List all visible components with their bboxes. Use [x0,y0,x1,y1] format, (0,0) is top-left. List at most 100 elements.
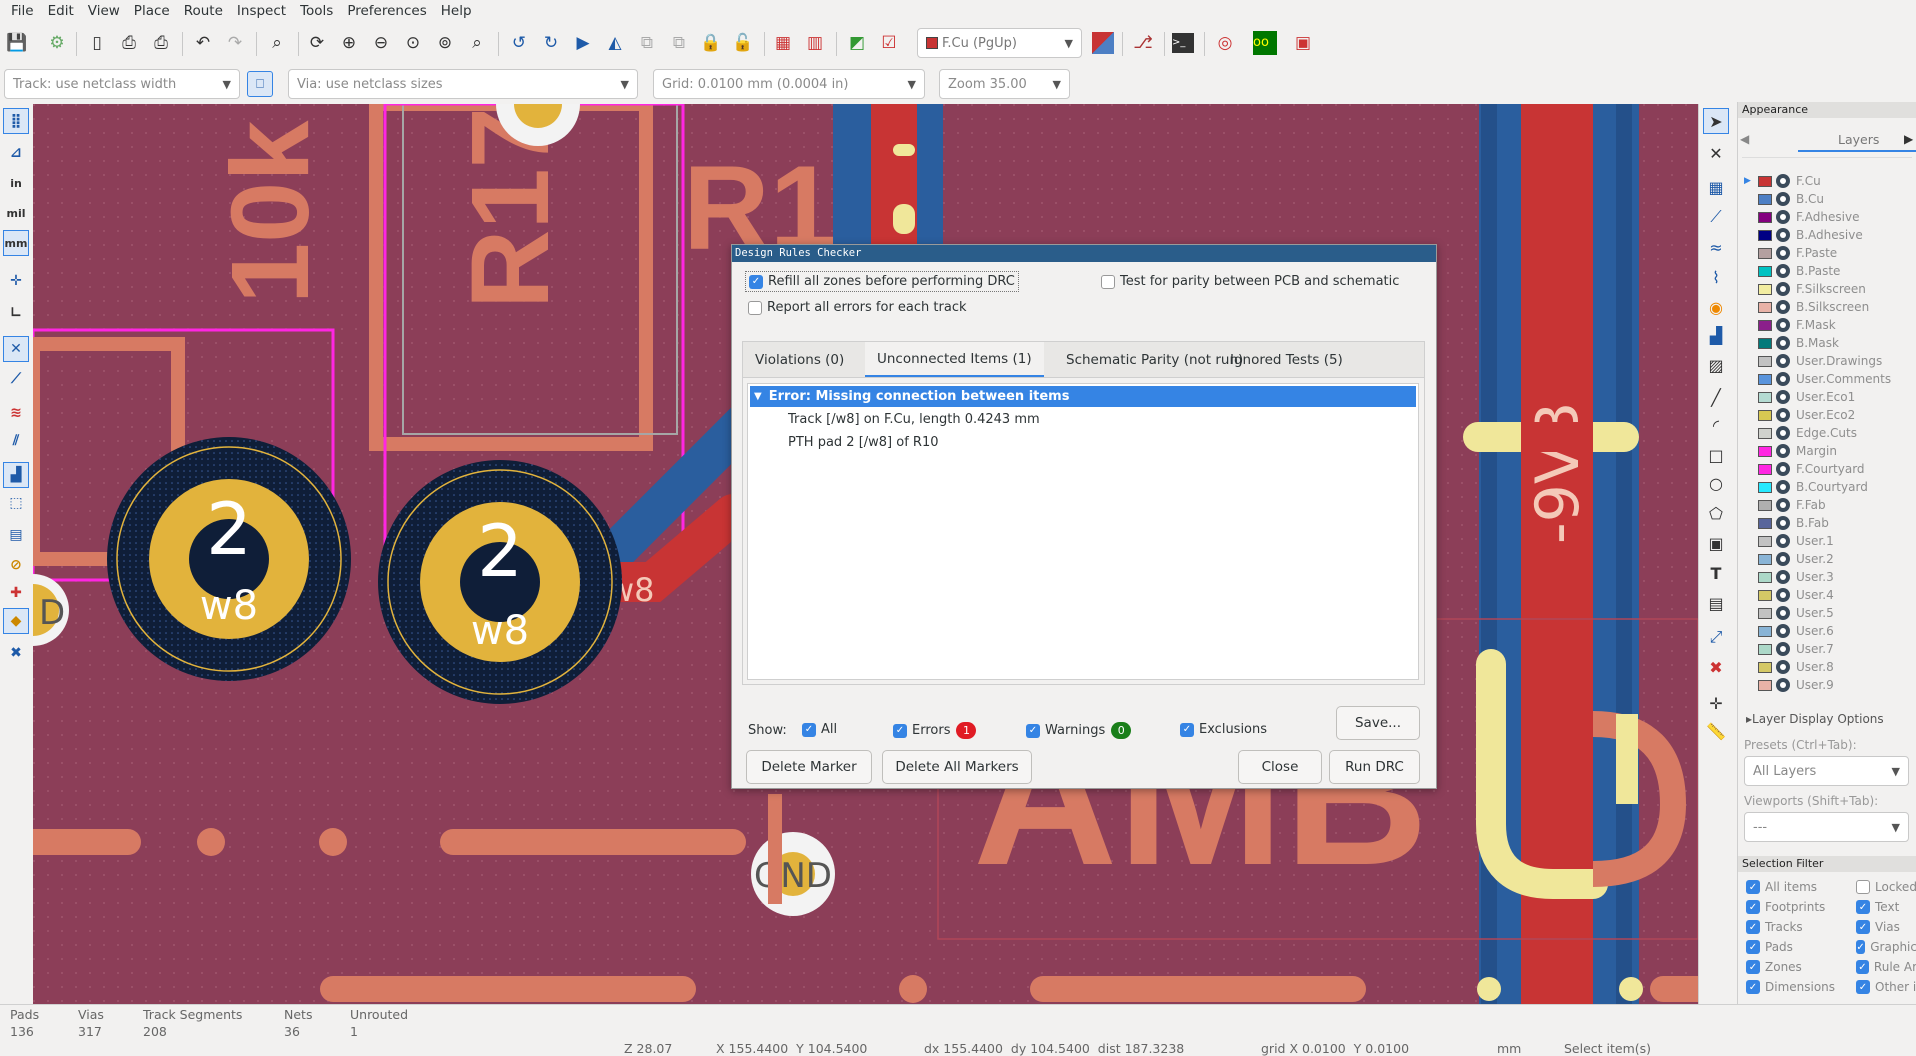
layer-color-swatch[interactable] [1758,607,1772,619]
zone-outline-icon[interactable]: ⬚ [3,490,29,516]
board-setup-icon[interactable]: ⚙ [44,30,70,56]
show-all-checkbox[interactable]: ✓ All [802,722,837,737]
layer-row[interactable]: B.Cu [1738,190,1916,208]
plot-icon[interactable]: ⎙ [148,30,174,56]
layer-color-swatch[interactable] [1758,319,1772,331]
layer-row[interactable]: F.Mask [1738,316,1916,334]
layer-row[interactable]: Margin [1738,442,1916,460]
pad-outline-icon[interactable]: ▤ [3,522,29,548]
visibility-eye-icon[interactable] [1776,264,1790,278]
filter-checkbox[interactable]: ✓ Other i [1856,980,1916,994]
filter-checkbox[interactable]: ✓ All items [1746,880,1817,894]
filter-checkbox[interactable]: ✓ Zones [1746,960,1802,974]
flip-icon[interactable]: ▶ [570,30,596,56]
visibility-eye-icon[interactable] [1776,588,1790,602]
layer-row[interactable]: User.8 [1738,658,1916,676]
visibility-eye-icon[interactable] [1776,228,1790,242]
layer-color-swatch[interactable] [1758,589,1772,601]
print-icon[interactable]: ⎙ [116,30,142,56]
filter-checkbox[interactable]: Locked [1856,880,1916,894]
add-image-icon[interactable]: ▣ [1703,530,1729,556]
footprint-library-icon[interactable]: ▥ [802,30,828,56]
visibility-eye-icon[interactable] [1776,282,1790,296]
via-outline-icon[interactable]: ⊘ [3,552,29,578]
lock-icon[interactable]: 🔒 [698,30,724,56]
layer-row[interactable]: User.3 [1738,568,1916,586]
update-pcb-icon[interactable]: ◩ [844,30,870,56]
properties-icon[interactable]: ✖ [3,640,29,666]
close-button[interactable]: Close [1238,750,1322,784]
menu-place[interactable]: Place [134,3,170,19]
delete-tool-icon[interactable]: ✖ [1703,654,1729,680]
zoom-out-icon[interactable]: ⊖ [368,30,394,56]
layer-row[interactable]: User.2 [1738,550,1916,568]
layer-color-swatch[interactable] [1758,499,1772,511]
visibility-eye-icon[interactable] [1776,480,1790,494]
layer-color-swatch[interactable] [1758,679,1772,691]
layer-row[interactable]: B.Mask [1738,334,1916,352]
layer-color-swatch[interactable] [1758,193,1772,205]
layer-row[interactable]: F.Paste [1738,244,1916,262]
local-ratsnest-icon[interactable]: ✕ [1703,140,1729,166]
visibility-eye-icon[interactable] [1776,174,1790,188]
layer-color-swatch[interactable] [1758,355,1772,367]
filter-checkbox[interactable]: ✓ Rule Ar [1856,960,1916,974]
save-icon[interactable]: 💾 [4,30,30,56]
draw-line-icon[interactable]: ╱ [1703,384,1729,410]
rotate-ccw-icon[interactable]: ↺ [506,30,532,56]
drc-toolbar-icon[interactable]: ☑ [876,30,902,56]
layer-row[interactable]: User.Eco2 [1738,406,1916,424]
track-width-select[interactable]: Track: use netclass width ▼ [4,69,240,99]
visibility-eye-icon[interactable] [1776,516,1790,530]
ungroup-icon[interactable]: ⧉ [666,30,692,56]
visibility-eye-icon[interactable] [1776,318,1790,332]
grid-toggle-icon[interactable]: ⣿ [3,108,29,134]
layer-color-swatch[interactable] [1758,427,1772,439]
menu-edit[interactable]: Edit [48,3,74,19]
layer-color-swatch[interactable] [1758,283,1772,295]
tab-scroll-left-icon[interactable]: ◀ [1740,132,1749,146]
visibility-eye-icon[interactable] [1776,552,1790,566]
drc-marker-icon[interactable]: ◎ [1212,30,1238,56]
layer-display-options-toggle[interactable]: ▸Layer Display Options [1746,712,1884,726]
menu-preferences[interactable]: Preferences [347,3,426,19]
visibility-eye-icon[interactable] [1776,624,1790,638]
layer-color-swatch[interactable] [1758,409,1772,421]
group-icon[interactable]: ⧉ [634,30,660,56]
error-tree[interactable]: ▼ Error: Missing connection between item… [747,383,1419,680]
layer-color-swatch[interactable] [1758,571,1772,583]
schematic-parity-checkbox[interactable]: Test for parity between PCB and schemati… [1101,274,1399,289]
page-settings-icon[interactable]: ▯ [84,30,110,56]
add-via-icon[interactable]: ◉ [1703,294,1729,320]
menu-tools[interactable]: Tools [300,3,333,19]
draw-circle-icon[interactable]: ○ [1703,470,1729,496]
visibility-eye-icon[interactable] [1776,606,1790,620]
visibility-eye-icon[interactable] [1776,462,1790,476]
draw-polygon-icon[interactable]: ⬠ [1703,500,1729,526]
appearance-toggle-icon[interactable]: ◆ [3,608,29,634]
layer-color-swatch[interactable] [1758,517,1772,529]
show-exclusions-checkbox[interactable]: ✓ Exclusions [1180,722,1267,737]
menu-help[interactable]: Help [441,3,472,19]
tab-layers[interactable]: Layers [1838,132,1879,147]
visibility-eye-icon[interactable] [1776,678,1790,692]
layer-color-swatch[interactable] [1758,337,1772,349]
zoom-fit-icon[interactable]: ⊙ [400,30,426,56]
console-icon[interactable]: >_ [1170,30,1196,56]
visibility-eye-icon[interactable] [1776,642,1790,656]
layer-color-swatch[interactable] [1758,481,1772,493]
layer-row[interactable]: User.1 [1738,532,1916,550]
polar-coords-icon[interactable]: ⊿ [3,140,29,166]
grid-select[interactable]: Grid: 0.0100 mm (0.0004 in) ▼ [653,69,925,99]
layer-row[interactable]: User.5 [1738,604,1916,622]
route-track-icon[interactable]: ⟋ [1703,204,1729,230]
high-contrast-icon[interactable]: ✚ [3,580,29,606]
route-diff-pair-icon[interactable]: ≈ [1703,234,1729,260]
layer-color-swatch[interactable] [1758,445,1772,457]
axis-icon[interactable]: ∟ [3,300,29,326]
visibility-eye-icon[interactable] [1776,300,1790,314]
menu-file[interactable]: File [11,3,34,19]
visibility-eye-icon[interactable] [1776,192,1790,206]
visibility-eye-icon[interactable] [1776,444,1790,458]
layer-row[interactable]: F.Fab [1738,496,1916,514]
